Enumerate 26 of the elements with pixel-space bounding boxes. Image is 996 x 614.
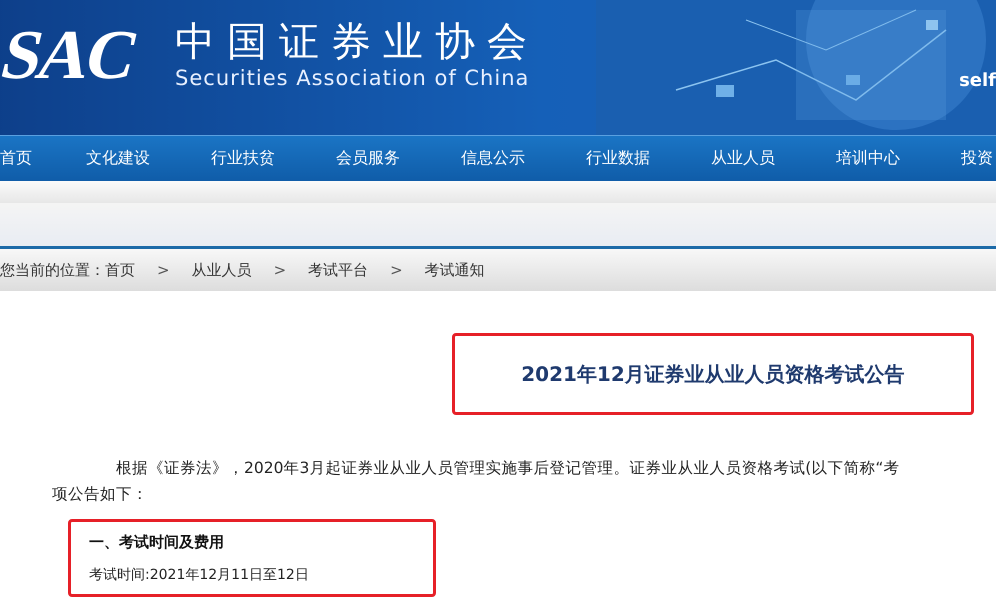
nav-item[interactable]: 培训中心 [836, 148, 961, 169]
breadcrumb-separator: > [274, 261, 286, 279]
breadcrumb-separator: > [390, 261, 403, 279]
paragraph-line: 项公告如下： [51, 484, 149, 505]
nav-item[interactable]: 行业扶贫 [211, 148, 336, 169]
exam-date-text: 考试时间:2021年12月11日至12日 [89, 566, 310, 584]
paragraph-line: 根据《证券法》，2020年3月起证券业从业人员管理实施事后登记管理。证券业从业人员资格考试(以下简称“考 [115, 458, 900, 479]
breadcrumb-link[interactable]: 从业人员 [192, 260, 252, 280]
nav-item[interactable]: 从业人员 [711, 148, 836, 169]
breadcrumb-link[interactable]: 考试平台 [308, 260, 368, 280]
nav-item[interactable]: 首页 [0, 148, 86, 169]
nav-item[interactable]: 行业数据 [586, 148, 711, 169]
breadcrumb-link[interactable]: 首页 [105, 260, 135, 280]
site-title: 中国证券业协会 [175, 18, 540, 66]
logo[interactable]: SAC [0, 0, 162, 105]
section-heading: 一、考试时间及费用 [89, 532, 225, 552]
nav-item[interactable]: 投资 [961, 148, 996, 169]
nav-item[interactable]: 文化建设 [86, 148, 211, 169]
banner-text: self [959, 70, 996, 91]
article-title: 2021年12月证券业从业人员资格考试公告 [521, 360, 905, 388]
nav-item[interactable]: 信息公示 [461, 148, 586, 169]
breadcrumb-separator: > [157, 261, 170, 279]
nav-item[interactable]: 会员服务 [336, 148, 461, 169]
site-subtitle: Securities Association of China [175, 66, 530, 90]
breadcrumb-link[interactable]: 考试通知 [424, 260, 485, 280]
breadcrumb-label: 您当前的位置： [0, 260, 105, 280]
